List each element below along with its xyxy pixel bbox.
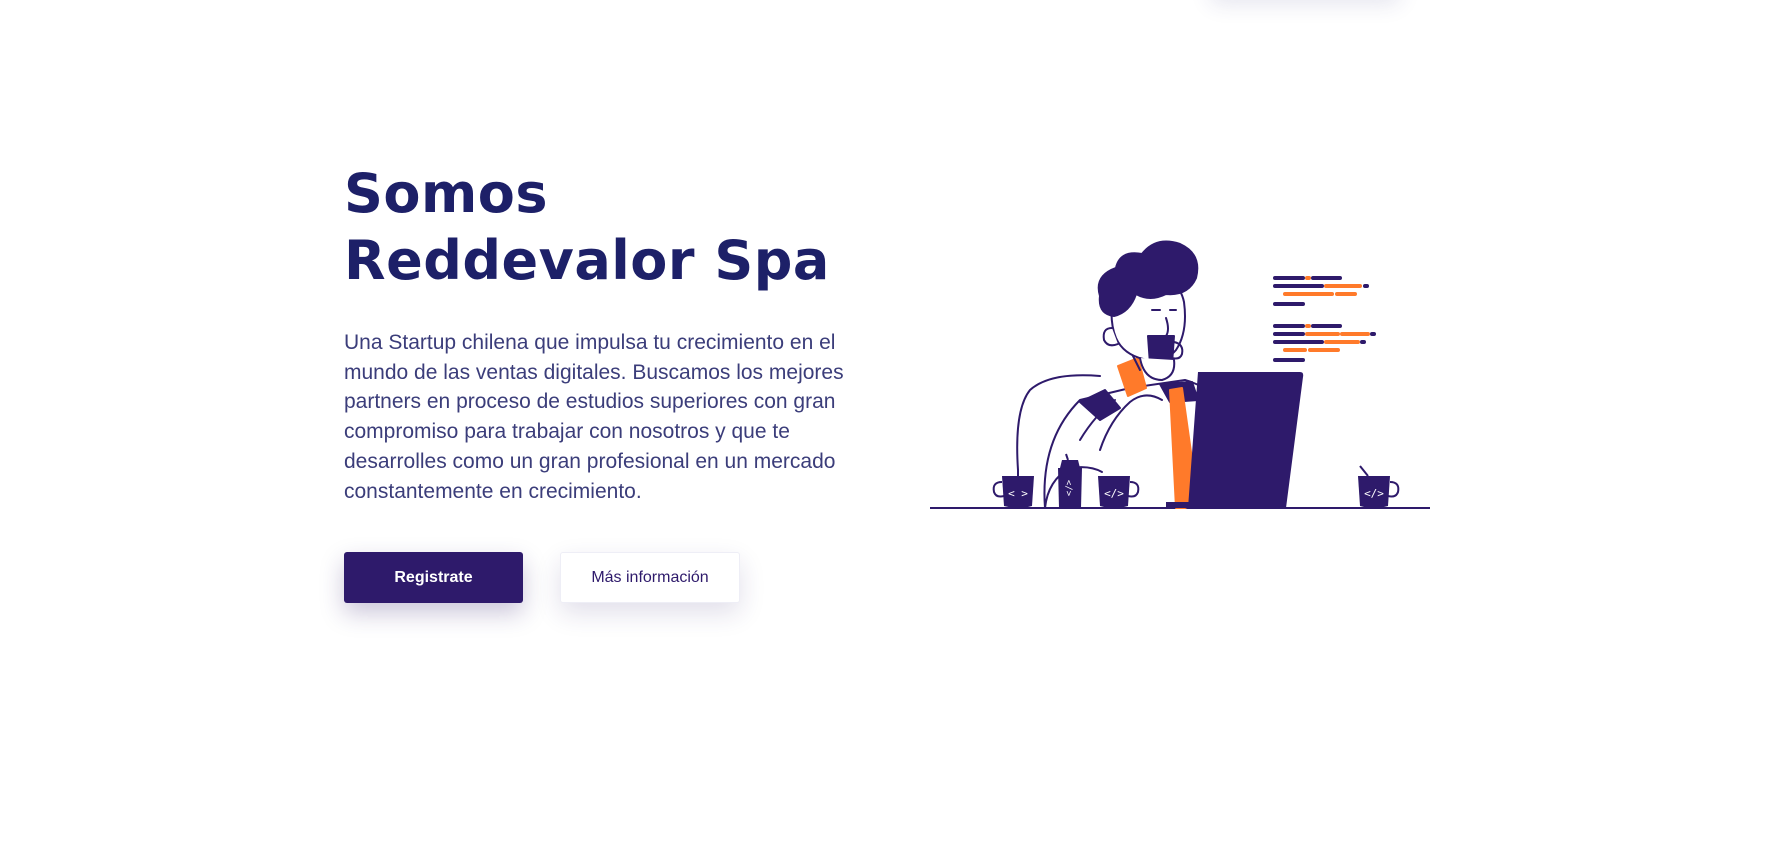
developer-illustration-icon: < > </> </> </> xyxy=(930,240,1430,509)
title-line-2: Reddevalor Spa xyxy=(344,229,830,292)
landing-page: Somos Reddevalor Spa Una Startup chilena… xyxy=(0,0,1782,852)
page-title: Somos Reddevalor Spa xyxy=(344,160,864,294)
hero-section: Somos Reddevalor Spa Una Startup chilena… xyxy=(344,160,864,604)
can-label: </> xyxy=(1063,480,1073,497)
more-info-button[interactable]: Más información xyxy=(560,552,740,604)
title-line-1: Somos xyxy=(344,162,548,225)
mug-label-2: </> xyxy=(1104,487,1124,500)
mug-label-3: </> xyxy=(1364,487,1384,500)
register-button[interactable]: Registrate xyxy=(344,552,523,604)
mug-label-1: < > xyxy=(1008,487,1028,500)
hero-description: Una Startup chilena que impulsa tu creci… xyxy=(344,331,844,503)
hero-actions: Registrate Más información xyxy=(344,552,864,604)
